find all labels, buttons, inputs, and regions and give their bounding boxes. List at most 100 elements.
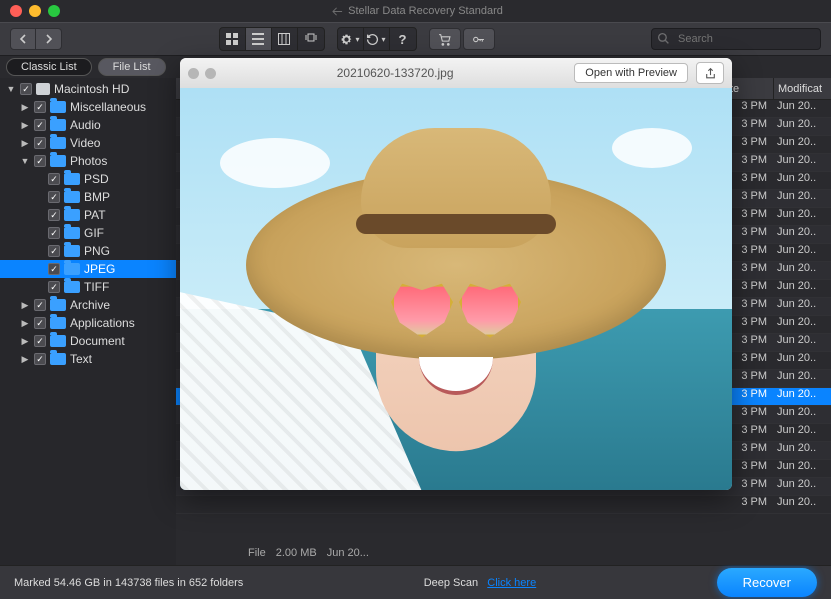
folder-icon [64,227,80,239]
checkbox[interactable]: ✓ [34,137,46,149]
tree-label: GIF [84,226,104,240]
tree-label: PSD [84,172,109,186]
tree-item-png[interactable]: ✓PNG [0,242,176,260]
disclosure-icon[interactable]: ▶ [20,300,30,311]
chevron-down-icon[interactable]: ▼ [6,84,16,94]
checkbox[interactable]: ✓ [34,317,46,329]
checkbox[interactable]: ✓ [48,173,60,185]
checkbox[interactable]: ✓ [48,245,60,257]
checkbox[interactable]: ✓ [48,227,60,239]
tree-item-applications[interactable]: ▶ ✓ Applications [0,314,176,332]
help-icon: ? [398,32,406,47]
tree-item-photos[interactable]: ▼✓Photos [0,152,176,170]
checkbox[interactable]: ✓ [34,335,46,347]
checkbox[interactable]: ✓ [34,155,46,167]
tree-label: Macintosh HD [54,82,129,96]
nav-arrows [10,28,62,50]
disclosure-icon[interactable]: ▶ [20,318,30,329]
preview-close-button[interactable] [188,68,199,79]
preview-image [180,88,732,490]
coverflow-icon [304,33,318,45]
deep-scan-link[interactable]: Click here [487,577,536,589]
checkbox[interactable]: ✓ [34,119,46,131]
tree-item-text[interactable]: ▶ ✓ Text [0,350,176,368]
tree-item-gif[interactable]: ✓ GIF [0,224,176,242]
tree-root[interactable]: ▼ ✓ Macintosh HD [0,80,176,98]
checkbox[interactable]: ✓ [48,209,60,221]
gear-icon [340,33,353,46]
checkbox[interactable]: ✓ [48,281,60,293]
checkbox[interactable]: ✓ [48,263,60,275]
view-coverflow-button[interactable] [298,28,324,50]
table-row[interactable]: 3 PMJun 20.. [176,496,831,514]
nav-back-button[interactable] [10,28,36,50]
tree-item-audio[interactable]: ▶ ✓ Audio [0,116,176,134]
disclosure-icon[interactable]: ▼ [20,156,30,166]
disclosure-icon[interactable]: ▶ [20,354,30,365]
search-input[interactable] [651,28,821,50]
disclosure-icon[interactable]: ▶ [20,102,30,113]
checkbox[interactable]: ✓ [34,101,46,113]
settings-button[interactable]: ▾ [338,28,364,50]
column-header-modification[interactable]: Modificat [773,78,831,99]
minimize-window-button[interactable] [29,5,41,17]
disclosure-icon[interactable]: ▶ [20,336,30,347]
tree-item-tiff[interactable]: ✓ TIFF [0,278,176,296]
tree-label: JPEG [84,262,115,276]
view-grid-button[interactable] [220,28,246,50]
checkbox[interactable]: ✓ [34,299,46,311]
tree-item-video[interactable]: ▶✓Video [0,134,176,152]
deep-scan-label: Deep Scan [424,577,478,589]
key-icon [471,33,486,46]
checkbox[interactable]: ✓ [34,353,46,365]
drive-icon [36,83,50,95]
preview-window[interactable]: 20210620-133720.jpg Open with Preview [180,58,732,490]
disclosure-icon[interactable]: ▶ [20,138,30,149]
view-columns-button[interactable] [272,28,298,50]
tree-label: PAT [84,208,106,222]
folder-icon [64,173,80,185]
close-window-button[interactable] [10,5,22,17]
tree-label: Document [70,334,125,348]
recover-button[interactable]: Recover [717,568,817,597]
tree-label: Audio [70,118,101,132]
disclosure-icon[interactable]: ▶ [20,120,30,131]
tree-item-psd[interactable]: ✓ PSD [0,170,176,188]
preview-minimize-button[interactable] [205,68,216,79]
tree-label: Text [70,352,92,366]
refresh-button[interactable]: ▾ [364,28,390,50]
tree-item-pat[interactable]: ✓ PAT [0,206,176,224]
tree-item-document[interactable]: ▶ ✓ Document [0,332,176,350]
share-icon [704,67,717,80]
key-button[interactable] [463,28,495,50]
tree-label: TIFF [84,280,109,294]
maximize-window-button[interactable] [48,5,60,17]
tree-item-jpeg[interactable]: ✓ JPEG [0,260,176,278]
checkbox[interactable]: ✓ [48,191,60,203]
open-with-preview-button[interactable]: Open with Preview [574,63,688,83]
share-button[interactable] [696,62,724,84]
view-mode-segment [219,27,325,51]
folder-icon [50,335,66,347]
folder-icon [64,281,80,293]
tree-label: Applications [70,316,135,330]
tree-item-archive[interactable]: ▶ ✓ Archive [0,296,176,314]
nav-forward-button[interactable] [36,28,62,50]
action-segment: ▾ ▾ ? [337,27,417,51]
help-button[interactable]: ? [390,28,416,50]
view-list-button[interactable] [246,28,272,50]
tab-classic-list[interactable]: Classic List [6,58,92,76]
cart-button[interactable] [429,28,461,50]
tab-file-list[interactable]: File List [98,58,166,76]
grid-icon [226,33,238,45]
tree-item-miscellaneous[interactable]: ▶✓Miscellaneous [0,98,176,116]
tree-item-bmp[interactable]: ✓BMP [0,188,176,206]
preview-titlebar: 20210620-133720.jpg Open with Preview [180,58,732,88]
checkbox[interactable]: ✓ [20,83,32,95]
column-header-date[interactable]: te [725,78,773,99]
toolbar: ▾ ▾ ? [0,22,831,56]
sidebar-tree[interactable]: ▼ ✓ Macintosh HD ▶✓Miscellaneous▶✓Audio▶… [0,78,176,565]
folder-icon [64,263,80,275]
status-text: Marked 54.46 GB in 143738 files in 652 f… [14,577,243,589]
tree-label: Archive [70,298,110,312]
